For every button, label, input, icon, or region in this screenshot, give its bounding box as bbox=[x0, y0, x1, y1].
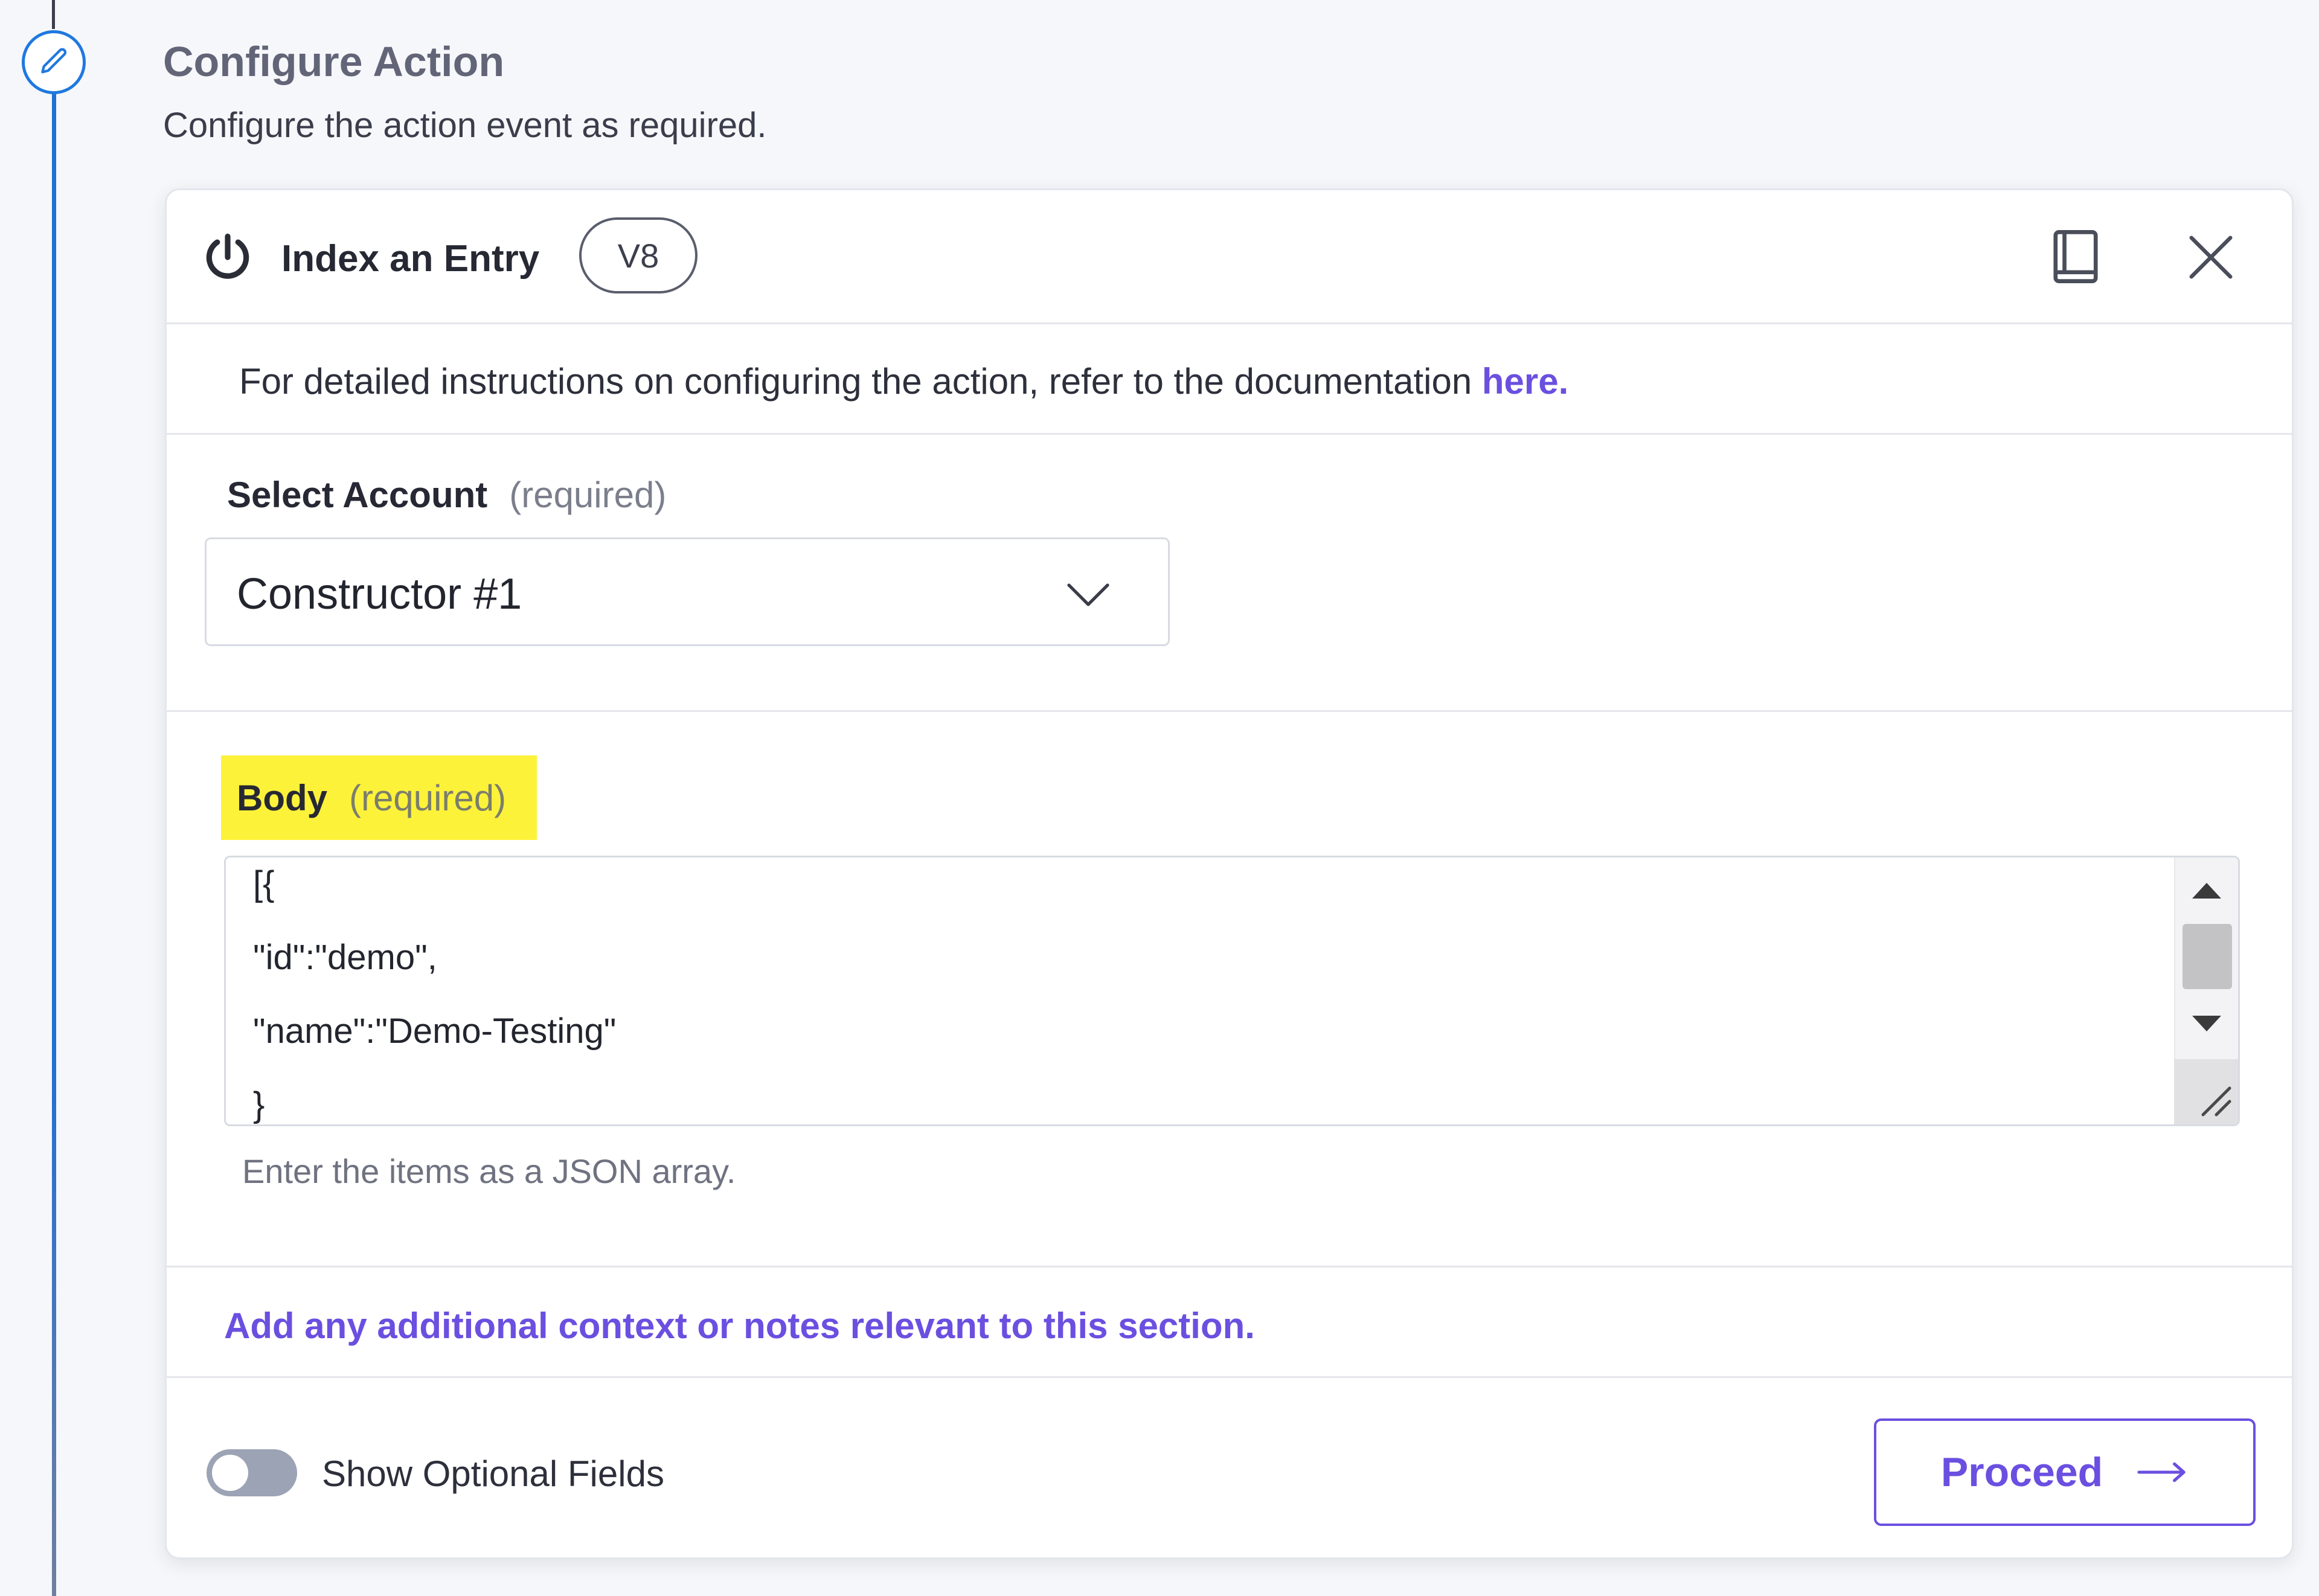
scroll-up-arrow-icon[interactable] bbox=[2192, 883, 2221, 899]
resize-handle[interactable] bbox=[2174, 1059, 2238, 1124]
body-json-textarea[interactable]: [{ "id":"demo", "name":"Demo-Testing" } bbox=[224, 856, 2240, 1126]
arrow-right-icon bbox=[2137, 1462, 2186, 1482]
account-section: Select Account (required) Constructor #1 bbox=[167, 435, 2292, 712]
proceed-button[interactable]: Proceed bbox=[1874, 1418, 2256, 1526]
documentation-book-icon[interactable] bbox=[2048, 228, 2103, 286]
timeline-connector-top bbox=[52, 0, 55, 29]
optional-fields-toggle[interactable] bbox=[207, 1449, 297, 1496]
notes-row: Add any additional context or notes rele… bbox=[167, 1268, 2292, 1378]
step-marker bbox=[22, 30, 86, 94]
version-badge[interactable]: V8 bbox=[579, 217, 698, 293]
body-helper-text: Enter the items as a JSON array. bbox=[242, 1152, 736, 1190]
add-notes-link[interactable]: Add any additional context or notes rele… bbox=[224, 1305, 1255, 1347]
documentation-info-row: For detailed instructions on configuring… bbox=[167, 324, 2292, 435]
code-line: [{ bbox=[253, 864, 275, 903]
optional-fields-label: Show Optional Fields bbox=[322, 1453, 664, 1494]
account-field-label: Select Account (required) bbox=[227, 474, 666, 516]
configure-action-page: Configure Action Configure the action ev… bbox=[0, 0, 2319, 1596]
body-required-text: (required) bbox=[349, 777, 507, 818]
documentation-info-text: For detailed instructions on configuring… bbox=[239, 361, 1568, 402]
section-title: Configure Action bbox=[163, 38, 505, 85]
account-required-text: (required) bbox=[509, 475, 667, 515]
proceed-label: Proceed bbox=[1940, 1449, 2103, 1495]
account-select[interactable]: Constructor #1 bbox=[205, 537, 1170, 646]
action-name: Index an Entry bbox=[281, 238, 540, 280]
body-section: Body (required) [{ "id":"demo", "name":"D… bbox=[167, 712, 2292, 1268]
body-field-label: Body (required) bbox=[221, 755, 537, 840]
account-label: Select Account bbox=[227, 475, 488, 515]
account-selected-value: Constructor #1 bbox=[237, 570, 522, 618]
body-label: Body bbox=[237, 777, 327, 818]
card-footer: Show Optional Fields Proceed bbox=[167, 1378, 2292, 1557]
timeline-connector bbox=[52, 91, 56, 1596]
toggle-knob bbox=[212, 1455, 248, 1491]
card-header: Index an Entry V8 bbox=[167, 190, 2292, 324]
scroll-thumb[interactable] bbox=[2183, 924, 2232, 989]
close-icon[interactable] bbox=[2185, 231, 2237, 283]
documentation-info-label: For detailed instructions on configuring… bbox=[239, 361, 1482, 402]
code-line: } bbox=[253, 1085, 265, 1124]
scroll-down-arrow-icon[interactable] bbox=[2192, 1016, 2221, 1031]
power-icon bbox=[206, 233, 249, 279]
chevron-down-icon bbox=[1067, 583, 1109, 606]
documentation-link[interactable]: here. bbox=[1482, 361, 1568, 402]
code-line: "name":"Demo-Testing" bbox=[253, 1011, 617, 1051]
section-subtitle: Configure the action event as required. bbox=[163, 106, 767, 145]
pencil-icon bbox=[41, 48, 67, 74]
resize-grip-icon bbox=[2201, 1086, 2231, 1117]
action-config-card: Index an Entry V8 For detailed instructi… bbox=[165, 188, 2294, 1559]
code-line: "id":"demo", bbox=[253, 938, 437, 977]
